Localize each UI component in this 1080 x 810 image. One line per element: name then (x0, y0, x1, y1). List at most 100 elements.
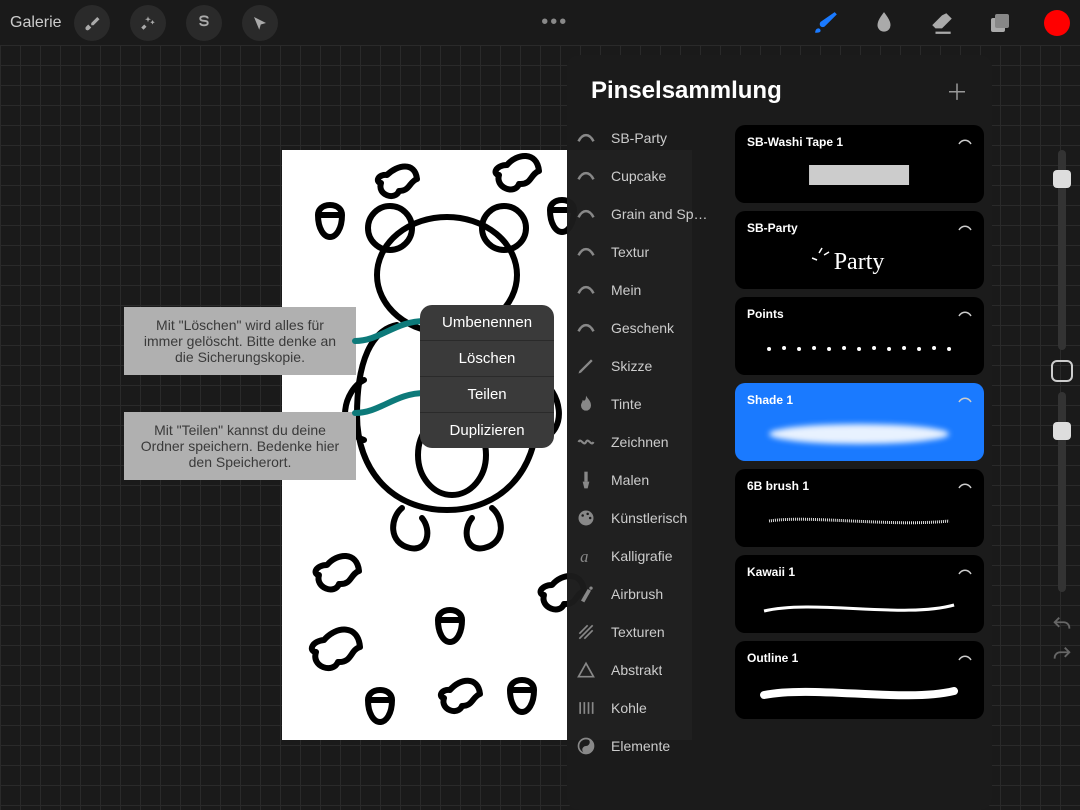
actions-wrench-icon[interactable] (74, 5, 110, 41)
opacity-slider[interactable] (1058, 392, 1066, 592)
stroke-icon (575, 279, 597, 301)
brush-set-label: Cupcake (611, 168, 666, 184)
brush-set-label: Grain and Speckle by... (611, 206, 715, 222)
menu-duplicate[interactable]: Duplizieren (420, 412, 554, 448)
brush-name: 6B brush 1 (747, 479, 972, 493)
brush-set-label: Mein (611, 282, 641, 298)
menu-delete[interactable]: Löschen (420, 340, 554, 376)
side-sliders (1050, 150, 1074, 592)
selection-s-icon[interactable] (186, 5, 222, 41)
brush-set-item[interactable]: Grain and Speckle by... (567, 195, 723, 233)
brush-list[interactable]: SB-Washi Tape 1 SB-Party Party Points Sh… (727, 119, 992, 810)
brush-preview (735, 503, 984, 537)
brush-stroke-icon (958, 137, 972, 147)
triangle-icon (575, 659, 597, 681)
brush-name: Kawaii 1 (747, 565, 972, 579)
palette-icon (575, 507, 597, 529)
stroke-icon (575, 165, 597, 187)
airbrush-icon (575, 583, 597, 605)
brush-set-item[interactable]: Texturen (567, 613, 723, 651)
add-brush-icon[interactable]: ＋ (946, 75, 968, 107)
brush-set-item[interactable]: Künstlerisch (567, 499, 723, 537)
stroke-icon (575, 317, 597, 339)
brush-set-item[interactable]: Mein (567, 271, 723, 309)
paintbrush-icon (575, 469, 597, 491)
svg-text:a: a (580, 547, 588, 566)
connector-line (350, 385, 430, 425)
move-arrow-icon[interactable] (242, 5, 278, 41)
top-toolbar: Galerie ••• (0, 0, 1080, 45)
connector-line (350, 313, 430, 353)
brush-set-item[interactable]: Cupcake (567, 157, 723, 195)
svg-text:Party: Party (834, 249, 885, 275)
color-swatch[interactable] (1044, 10, 1070, 36)
smudge-tool-icon[interactable] (870, 9, 898, 37)
brush-preview (735, 589, 984, 623)
brushset-context-menu: Umbenennen Löschen Teilen Duplizieren (420, 305, 554, 448)
brush-tool-icon[interactable] (812, 9, 840, 37)
brush-item[interactable]: Kawaii 1 (735, 555, 984, 633)
brush-set-item[interactable]: Elemente (567, 727, 723, 765)
brush-set-label: Kohle (611, 700, 647, 716)
brush-set-label: Geschenk (611, 320, 674, 336)
gallery-button[interactable]: Galerie (10, 14, 62, 32)
brush-set-item[interactable]: Kohle (567, 689, 723, 727)
brush-set-label: Malen (611, 472, 649, 488)
flame-icon (575, 393, 597, 415)
undo-redo-group (1050, 610, 1074, 670)
redo-icon[interactable] (1050, 640, 1074, 670)
stroke-icon (575, 203, 597, 225)
menu-share[interactable]: Teilen (420, 376, 554, 412)
brush-item[interactable]: Points (735, 297, 984, 375)
brush-set-item[interactable]: Geschenk (567, 309, 723, 347)
brush-stroke-icon (958, 653, 972, 663)
modify-button[interactable] (1051, 360, 1073, 382)
brush-name: SB-Party (747, 221, 972, 235)
brush-preview (735, 675, 984, 709)
letter-a-icon: a (575, 545, 597, 567)
brush-set-item[interactable]: Abstrakt (567, 651, 723, 689)
brush-size-slider[interactable] (1058, 150, 1066, 350)
brush-set-item[interactable]: a Kalligrafie (567, 537, 723, 575)
brush-item[interactable]: Shade 1 (735, 383, 984, 461)
brush-name: Shade 1 (747, 393, 972, 407)
hatch-icon (575, 621, 597, 643)
brush-set-label: Elemente (611, 738, 670, 754)
squiggle-icon (575, 431, 597, 453)
brush-set-label: Künstlerisch (611, 510, 687, 526)
hint-delete: Mit "Löschen" wird alles für immer gelös… (124, 307, 356, 375)
brush-preview (735, 331, 984, 365)
menu-rename[interactable]: Umbenennen (420, 305, 554, 340)
brush-set-label: Abstrakt (611, 662, 662, 678)
brush-set-item[interactable]: Zeichnen (567, 423, 723, 461)
brush-set-list[interactable]: SB-Party Cupcake Grain and Speckle by... Te… (567, 119, 727, 810)
brush-set-label: Kalligrafie (611, 548, 672, 564)
brush-stroke-icon (958, 567, 972, 577)
brush-item[interactable]: SB-Party Party (735, 211, 984, 289)
eraser-tool-icon[interactable] (928, 9, 956, 37)
brush-name: Outline 1 (747, 651, 972, 665)
brush-set-item[interactable]: Malen (567, 461, 723, 499)
brush-preview: Party (735, 245, 984, 279)
brush-set-label: SB-Party (611, 130, 667, 146)
brush-item[interactable]: Outline 1 (735, 641, 984, 719)
brush-set-item[interactable]: Airbrush (567, 575, 723, 613)
layers-icon[interactable] (986, 9, 1014, 37)
brush-stroke-icon (958, 223, 972, 233)
undo-icon[interactable] (1050, 610, 1074, 640)
brush-stroke-icon (958, 481, 972, 491)
brush-set-label: Tinte (611, 396, 642, 412)
brush-stroke-icon (958, 309, 972, 319)
brush-set-label: Skizze (611, 358, 652, 374)
adjustments-wand-icon[interactable] (130, 5, 166, 41)
modify-menu-icon[interactable]: ••• (541, 11, 568, 34)
brush-item[interactable]: 6B brush 1 (735, 469, 984, 547)
brush-set-item[interactable]: Textur (567, 233, 723, 271)
brush-set-item[interactable]: SB-Party (567, 119, 723, 157)
stroke-icon (575, 241, 597, 263)
brush-item[interactable]: SB-Washi Tape 1 (735, 125, 984, 203)
brush-name: Points (747, 307, 972, 321)
brush-set-item[interactable]: Tinte (567, 385, 723, 423)
brush-set-item[interactable]: Skizze (567, 347, 723, 385)
brush-preview (735, 417, 984, 451)
